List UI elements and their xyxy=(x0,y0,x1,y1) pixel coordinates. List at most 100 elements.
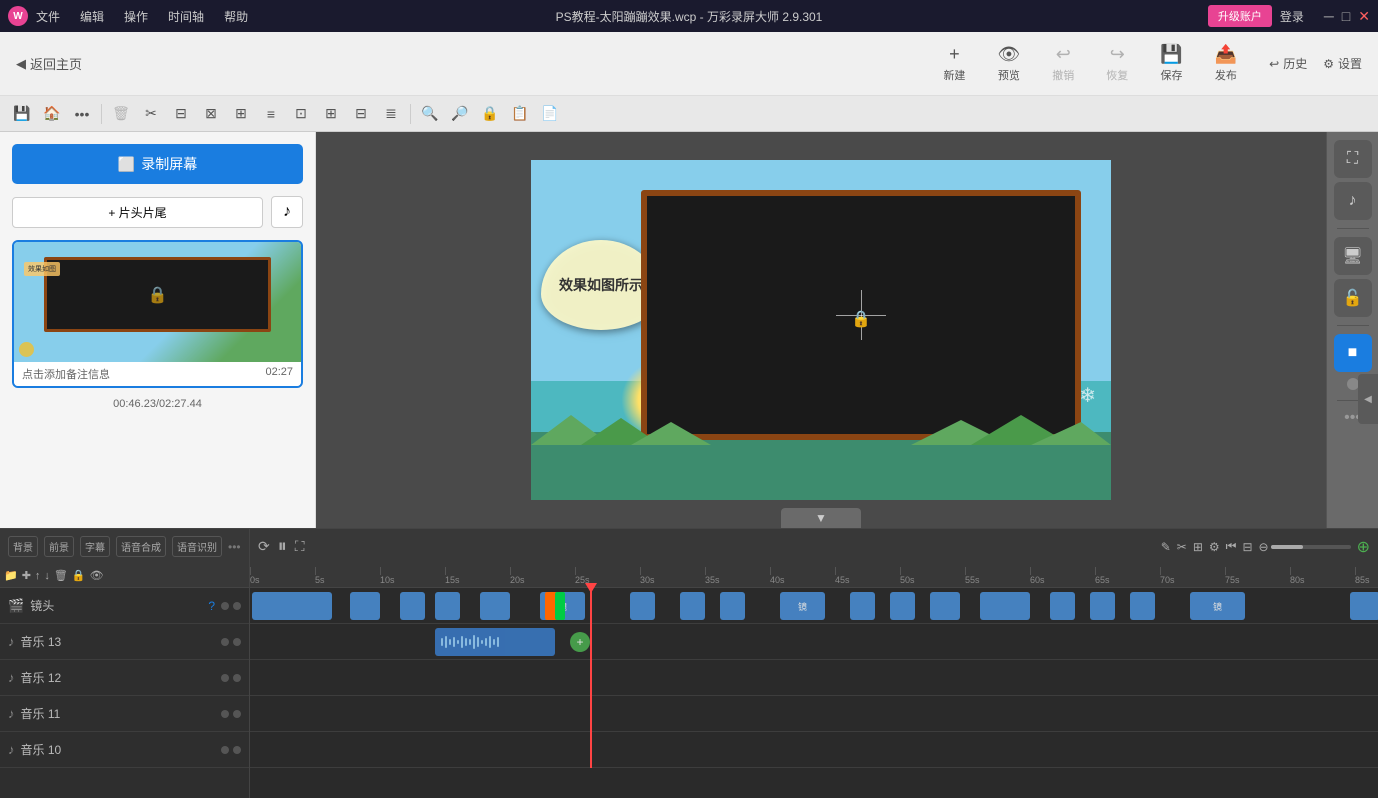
camera-track-dot-2[interactable] xyxy=(233,602,241,610)
clip-1[interactable] xyxy=(252,592,332,620)
camera-help-icon[interactable]: ? xyxy=(208,599,215,613)
rp-dot-btn[interactable] xyxy=(1347,378,1359,390)
menu-edit[interactable]: 编辑 xyxy=(76,6,108,27)
more-icon-btn[interactable]: ••• xyxy=(68,100,96,128)
clip-12[interactable] xyxy=(980,592,1030,620)
tl-down-btn[interactable]: ↓ xyxy=(44,570,50,582)
settings-icon-btn[interactable]: ⚙ xyxy=(1209,540,1220,554)
split-icon-btn[interactable]: ⊠ xyxy=(197,100,225,128)
caption-track-btn[interactable]: 字幕 xyxy=(80,536,110,557)
add-track-btn[interactable]: ⊕ xyxy=(1357,537,1370,557)
upgrade-button[interactable]: 升级账户 xyxy=(1208,5,1272,27)
edit-icon-btn[interactable]: ✎ xyxy=(1161,540,1171,554)
preview-button[interactable]: 👁 预览 xyxy=(985,38,1032,89)
format-icon-btn[interactable]: ≣ xyxy=(377,100,405,128)
zoom-out-btn[interactable]: ⊖ xyxy=(1259,540,1269,554)
music13-dot-2[interactable] xyxy=(233,638,241,646)
camera-track-dot-1[interactable] xyxy=(221,602,229,610)
rp-collapse-btn[interactable]: ◀ xyxy=(1358,374,1378,424)
fullscreen-toggle-btn[interactable]: ⛶ xyxy=(295,538,305,555)
clip-mirror-2[interactable]: 镜 xyxy=(780,592,825,620)
clip-14[interactable] xyxy=(1090,592,1115,620)
music13-dot-1[interactable] xyxy=(221,638,229,646)
music11-dot-2[interactable] xyxy=(233,710,241,718)
tl-eye-btn[interactable]: 👁 xyxy=(90,569,104,582)
bg-track-btn[interactable]: 背景 xyxy=(8,536,38,557)
music10-dot-1[interactable] xyxy=(221,746,229,754)
clip-5[interactable] xyxy=(480,592,510,620)
home-icon-btn[interactable]: 🏠 xyxy=(38,100,66,128)
preview-chevron[interactable]: ▼ xyxy=(781,508,861,528)
clip-8[interactable] xyxy=(720,592,745,620)
menu-timeline[interactable]: 时间轴 xyxy=(164,6,208,27)
save-icon-btn[interactable]: 💾 xyxy=(8,100,36,128)
clip-15[interactable] xyxy=(1130,592,1155,620)
more-track-btn[interactable]: ••• xyxy=(228,540,241,554)
music13-clip[interactable] xyxy=(435,628,555,656)
lock-icon-btn[interactable]: 🔒 xyxy=(476,100,504,128)
align-right-icon-btn[interactable]: ⊡ xyxy=(287,100,315,128)
login-button[interactable]: 登录 xyxy=(1280,8,1304,25)
align-center-icon-btn[interactable]: ⊞ xyxy=(227,100,255,128)
zoom-slider[interactable] xyxy=(1271,545,1351,549)
clip-icon-btn[interactable]: ✂ xyxy=(137,100,165,128)
close-button[interactable]: ✕ xyxy=(1358,8,1370,25)
music11-dot-1[interactable] xyxy=(221,710,229,718)
clip-7[interactable] xyxy=(680,592,705,620)
history-button[interactable]: ↩ 历史 xyxy=(1269,55,1307,72)
delete-icon-btn[interactable]: 🗑 xyxy=(107,100,135,128)
clip-4[interactable] xyxy=(435,592,460,620)
record-screen-button[interactable]: ⬜ 录制屏幕 xyxy=(12,144,303,184)
music13-add[interactable]: + xyxy=(570,632,590,652)
stt-track-btn[interactable]: 语音识别 xyxy=(172,536,222,557)
add-clip-button[interactable]: + 片头片尾 xyxy=(12,197,263,228)
clip-3[interactable] xyxy=(400,592,425,620)
clip-mirror-3[interactable]: 镜 xyxy=(1190,592,1245,620)
menu-operate[interactable]: 操作 xyxy=(120,6,152,27)
menu-file[interactable]: 文件 xyxy=(32,6,64,27)
tl-lock-btn[interactable]: 🔒 xyxy=(72,569,86,582)
minimize-button[interactable]: ─ xyxy=(1324,8,1334,25)
tl-up-btn[interactable]: ↑ xyxy=(35,570,41,582)
clip-6[interactable] xyxy=(630,592,655,620)
clip-13[interactable] xyxy=(1050,592,1075,620)
maximize-button[interactable]: □ xyxy=(1342,8,1350,25)
rp-fill-btn[interactable]: ■ xyxy=(1334,334,1372,372)
tl-add-btn[interactable]: ✚ xyxy=(22,569,31,582)
clip-16[interactable] xyxy=(1350,592,1378,620)
music12-dot-2[interactable] xyxy=(233,674,241,682)
music-button[interactable]: ♪ xyxy=(271,196,303,228)
clip-10[interactable] xyxy=(890,592,915,620)
filter-icon-btn[interactable]: ⊞ xyxy=(1193,540,1203,554)
music10-dot-2[interactable] xyxy=(233,746,241,754)
prev-clip-btn[interactable]: ⏮ xyxy=(1226,539,1237,554)
pause-button[interactable]: ⏸ xyxy=(278,536,287,557)
zoom-in-icon-btn[interactable]: 🔍 xyxy=(416,100,444,128)
track-content[interactable]: 0s5s10s15s20s25s30s35s40s45s50s55s60s65s… xyxy=(250,564,1378,798)
rewind-button[interactable]: ⟳ xyxy=(258,538,270,555)
text-icon-btn[interactable]: ≡ xyxy=(257,100,285,128)
clip-thumbnail[interactable]: 🔒 效果如图 点击添加备注信息 02:27 xyxy=(12,240,303,388)
settings-button[interactable]: ⚙ 设置 xyxy=(1323,55,1362,72)
publish-button[interactable]: 📤 发布 xyxy=(1203,38,1249,89)
menu-help[interactable]: 帮助 xyxy=(220,6,252,27)
cut-icon-btn[interactable]: ✂ xyxy=(1177,540,1187,554)
align2-icon-btn[interactable]: ⊟ xyxy=(347,100,375,128)
clip-2[interactable] xyxy=(350,592,380,620)
rp-fullscreen-btn[interactable]: ⛶ xyxy=(1334,140,1372,178)
tl-folder-btn[interactable]: 📁 xyxy=(4,569,18,582)
align-left-icon-btn[interactable]: ⊟ xyxy=(167,100,195,128)
tl-trash-btn[interactable]: 🗑 xyxy=(54,569,68,582)
music12-dot-1[interactable] xyxy=(221,674,229,682)
zoom-out-icon-btn[interactable]: 🔎 xyxy=(446,100,474,128)
save-button[interactable]: 💾 保存 xyxy=(1148,38,1194,89)
fg-track-btn[interactable]: 前景 xyxy=(44,536,74,557)
split-view-btn[interactable]: ⊟ xyxy=(1242,540,1252,554)
grid-icon-btn[interactable]: ⊞ xyxy=(317,100,345,128)
rp-unlock-btn[interactable]: 🔓 xyxy=(1334,279,1372,317)
clip-11[interactable] xyxy=(930,592,960,620)
back-button[interactable]: ◀ 返回主页 xyxy=(16,54,82,73)
paste-icon-btn[interactable]: 📄 xyxy=(536,100,564,128)
tts-track-btn[interactable]: 语音合成 xyxy=(116,536,166,557)
copy-icon-btn[interactable]: 📋 xyxy=(506,100,534,128)
